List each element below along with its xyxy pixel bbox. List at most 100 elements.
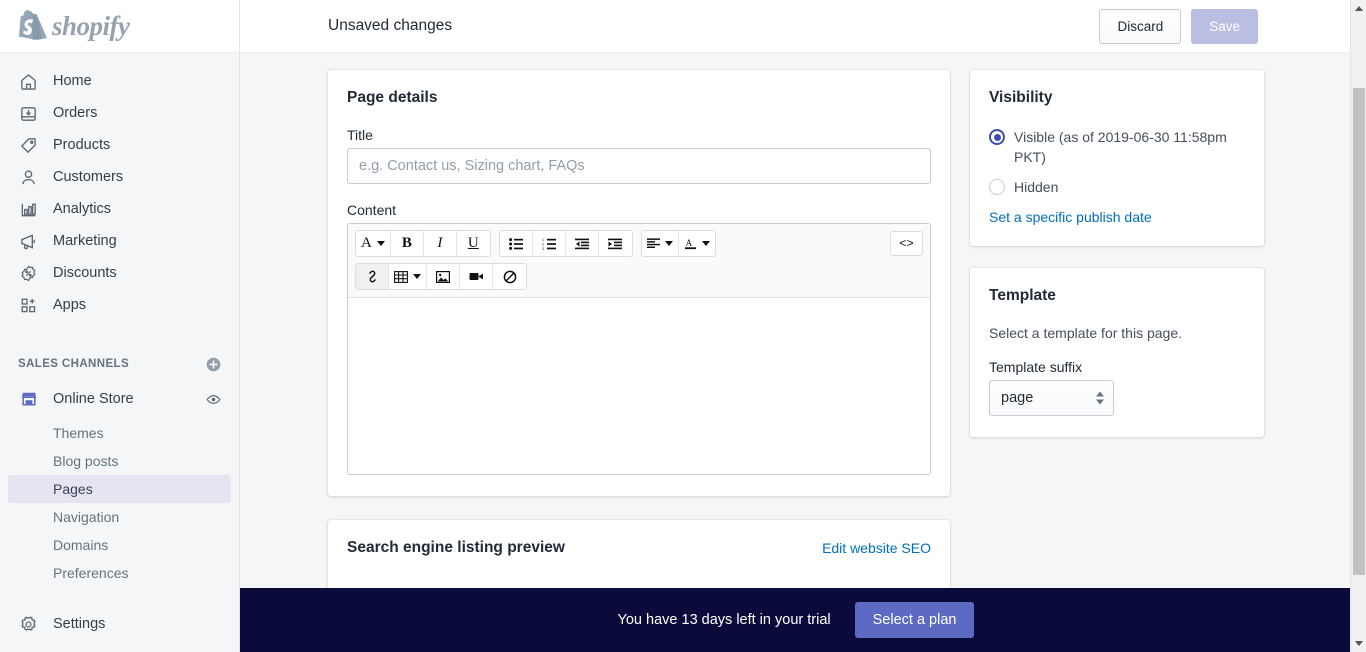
page-details-title: Page details	[347, 89, 438, 106]
bold-icon[interactable]: B	[390, 231, 424, 256]
sidebar-item-label: Marketing	[53, 233, 117, 249]
sub-item-label: Preferences	[53, 565, 129, 581]
home-icon	[18, 71, 39, 92]
align-icon[interactable]	[641, 231, 679, 256]
toolbar-row-2	[355, 263, 923, 290]
italic-icon[interactable]: I	[423, 231, 457, 256]
sidebar-item-online-store[interactable]: Online Store	[8, 383, 231, 415]
toolbar-group-text: A B I U	[355, 230, 491, 257]
content-editable-area[interactable]	[348, 298, 930, 474]
link-icon[interactable]	[356, 264, 389, 289]
radio-visible[interactable]	[989, 129, 1005, 145]
sidebar-item-blog-posts[interactable]: Blog posts	[8, 447, 231, 475]
font-family-icon[interactable]: A	[356, 231, 391, 256]
sidebar-item-settings[interactable]: Settings	[8, 608, 248, 640]
select-a-plan-button[interactable]: Select a plan	[854, 602, 975, 638]
svg-text:3: 3	[542, 247, 544, 250]
indent-icon[interactable]	[598, 231, 632, 256]
sidebar-item-analytics[interactable]: Analytics	[8, 193, 231, 225]
sidebar-item-label: Online Store	[53, 391, 134, 407]
primary-nav: Home Orders Products Customers Analytics…	[0, 53, 239, 321]
page-columns: Page details Title Content A	[240, 53, 1352, 647]
toolbar-group-insert	[355, 263, 527, 290]
scroll-down-arrow-icon[interactable]	[1351, 635, 1366, 652]
eye-icon[interactable]	[205, 391, 222, 408]
sub-item-label: Pages	[53, 481, 93, 497]
visibility-option-hidden[interactable]: Hidden	[989, 177, 1245, 197]
underline-icon[interactable]: U	[456, 231, 490, 256]
svg-text:1: 1	[542, 238, 544, 242]
insert-video-icon[interactable]	[460, 264, 493, 289]
apps-plus-icon	[18, 295, 39, 316]
sidebar-item-navigation[interactable]: Navigation	[8, 503, 231, 531]
sidebar-item-products[interactable]: Products	[8, 129, 231, 161]
toolbar-row-1: A B I U 1 2 3 A <>	[355, 230, 923, 257]
content-field-label: Content	[347, 202, 397, 218]
visibility-option-visible[interactable]: Visible (as of 2019-06-30 11:58pm PKT)	[989, 127, 1245, 167]
rich-text-editor: A B I U 1 2 3 A <>	[347, 223, 931, 475]
online-store-subnav: Themes Blog posts Pages Navigation Domai…	[0, 419, 239, 587]
sidebar-item-pages[interactable]: Pages	[8, 475, 231, 503]
content-scroll-region[interactable]: Page details Title Content A	[240, 53, 1352, 652]
svg-text:A: A	[685, 238, 692, 248]
marketing-megaphone-icon	[18, 231, 39, 252]
outdent-icon[interactable]	[565, 231, 599, 256]
sidebar: shopify Home Orders Products Customers A…	[0, 0, 240, 652]
product-tag-icon	[18, 135, 39, 156]
sidebar-item-label: Home	[53, 73, 92, 89]
sidebar-item-preferences[interactable]: Preferences	[8, 559, 231, 587]
page-details-card: Page details Title Content A	[328, 70, 950, 496]
orders-inbox-icon	[18, 103, 39, 124]
sidebar-logo[interactable]: shopify	[0, 0, 239, 53]
sidebar-item-discounts[interactable]: Discounts	[8, 257, 231, 289]
template-suffix-select[interactable]: page	[989, 380, 1114, 416]
discard-button[interactable]: Discard	[1099, 8, 1182, 44]
discounts-percent-icon	[18, 263, 39, 284]
sales-channels-title: SALES CHANNELS	[18, 358, 130, 370]
gear-icon	[18, 614, 39, 635]
brand-wordmark: shopify	[52, 10, 130, 41]
sidebar-item-label: Discounts	[53, 265, 117, 281]
sidebar-item-domains[interactable]: Domains	[8, 531, 231, 559]
visibility-title: Visibility	[989, 89, 1053, 106]
sidebar-item-apps[interactable]: Apps	[8, 289, 231, 321]
visibility-card: Visibility Visible (as of 2019-06-30 11:…	[970, 70, 1264, 246]
numbered-list-icon[interactable]: 1 2 3	[532, 231, 566, 256]
side-column: Visibility Visible (as of 2019-06-30 11:…	[970, 70, 1264, 647]
topbar-actions: Discard Save	[1099, 8, 1258, 44]
sidebar-item-orders[interactable]: Orders	[8, 97, 231, 129]
sidebar-item-marketing[interactable]: Marketing	[8, 225, 231, 257]
customer-person-icon	[18, 167, 39, 188]
shopify-admin-app: shopify Home Orders Products Customers A…	[0, 0, 1366, 652]
text-color-icon[interactable]: A	[678, 231, 715, 256]
scrollbar-thumb[interactable]	[1353, 88, 1365, 575]
template-suffix-select-wrap: page	[989, 380, 1114, 416]
table-icon[interactable]	[389, 264, 427, 289]
code-view-icon[interactable]: <>	[890, 231, 923, 256]
radio-label: Hidden	[1014, 179, 1059, 195]
sidebar-item-customers[interactable]: Customers	[8, 161, 231, 193]
sidebar-item-label: Apps	[53, 297, 87, 313]
sidebar-item-label: Settings	[53, 616, 106, 632]
sub-item-label: Domains	[53, 537, 109, 553]
page-title-input[interactable]	[347, 148, 931, 184]
sub-item-label: Blog posts	[53, 453, 119, 469]
insert-image-icon[interactable]	[427, 264, 460, 289]
clear-formatting-icon[interactable]	[493, 264, 526, 289]
sidebar-item-label: Analytics	[53, 201, 112, 217]
seo-preview-title: Search engine listing preview	[347, 539, 565, 556]
page-scrollbar[interactable]	[1350, 0, 1366, 652]
plus-circle-icon[interactable]	[205, 356, 222, 373]
sub-item-label: Navigation	[53, 509, 120, 525]
edit-website-seo-link[interactable]: Edit website SEO	[822, 540, 931, 556]
radio-hidden[interactable]	[989, 179, 1005, 195]
trial-banner-text: You have 13 days left in your trial	[617, 612, 831, 628]
sidebar-item-themes[interactable]: Themes	[8, 419, 231, 447]
scroll-up-arrow-icon[interactable]	[1351, 0, 1366, 17]
bulleted-list-icon[interactable]	[499, 231, 533, 256]
shopify-bag-icon	[19, 9, 47, 40]
toolbar-group-lists: 1 2 3	[498, 230, 633, 257]
save-button[interactable]: Save	[1191, 8, 1258, 44]
sidebar-item-home[interactable]: Home	[8, 65, 231, 97]
set-publish-date-link[interactable]: Set a specific publish date	[989, 209, 1245, 225]
